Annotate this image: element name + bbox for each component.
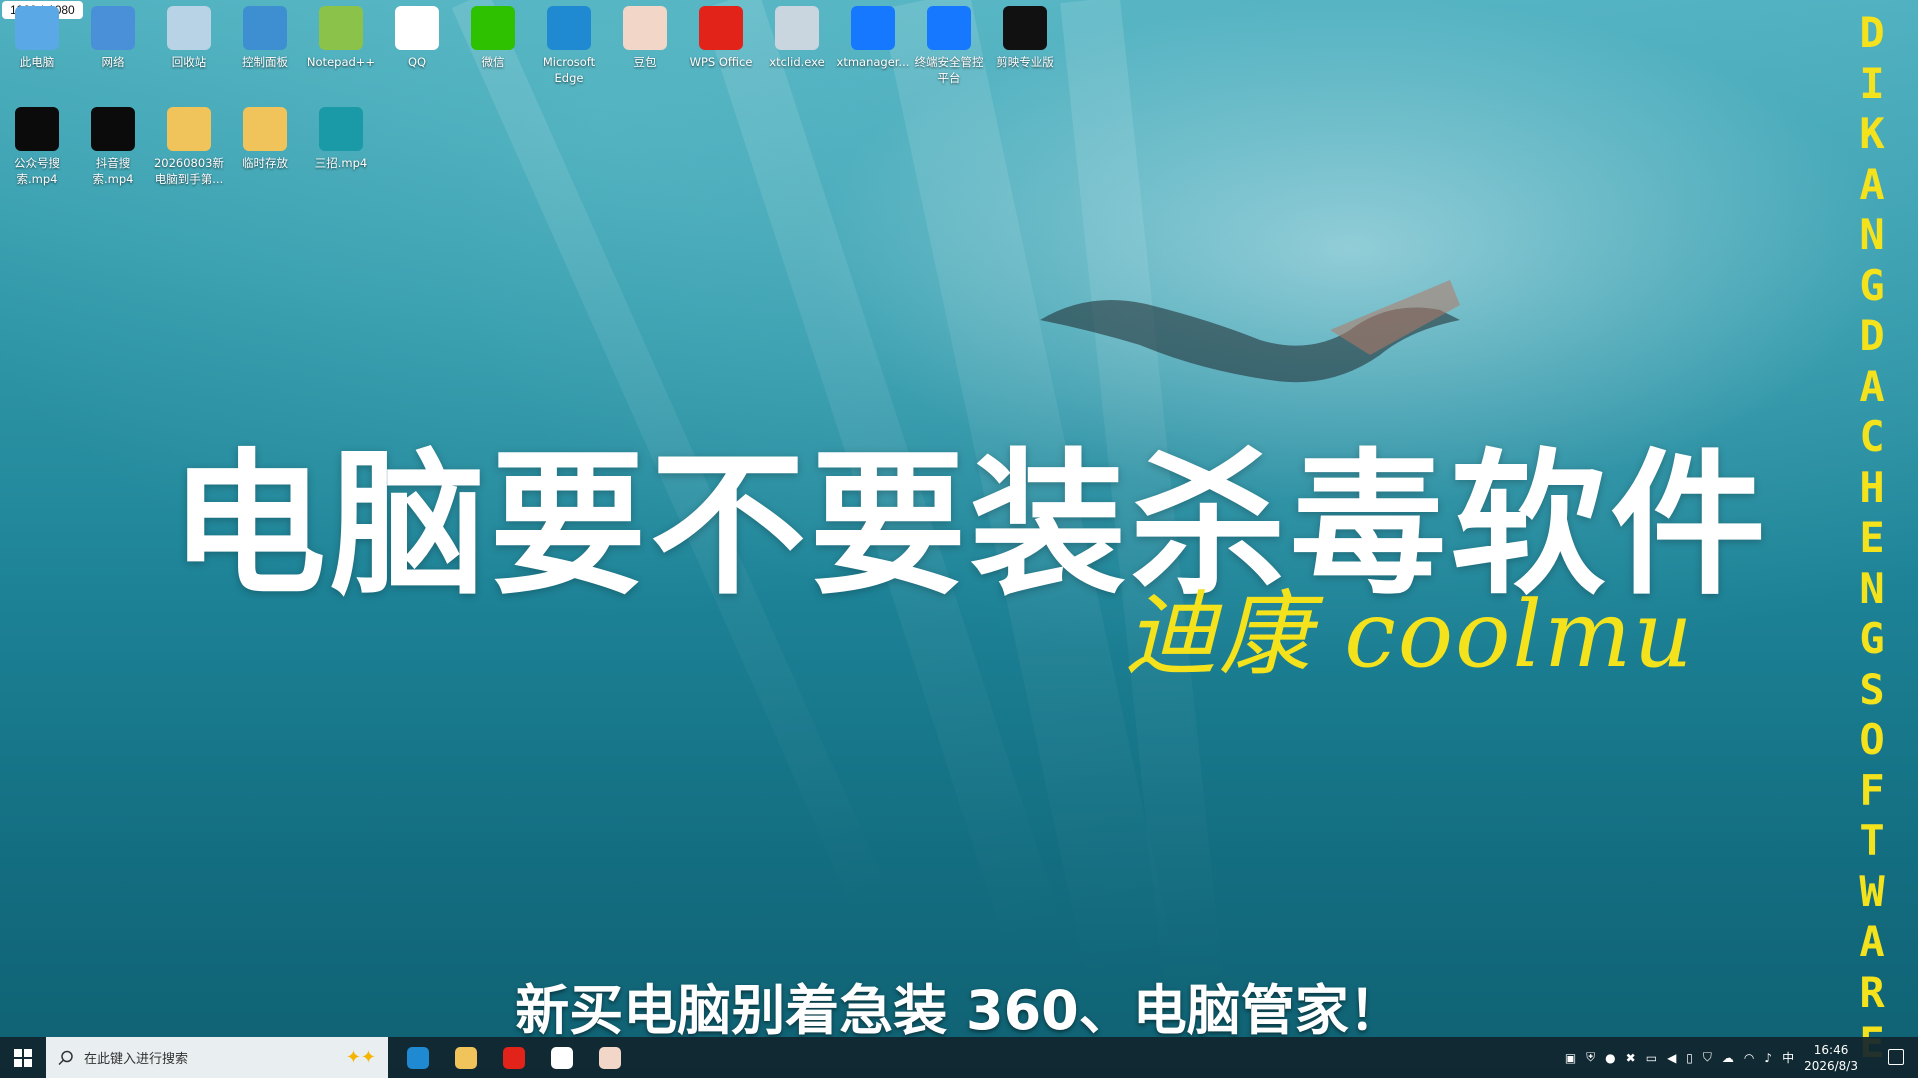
desktop-icon[interactable]: 终端安全管控平台 [912, 2, 986, 86]
taskbar-app-button[interactable] [394, 1037, 442, 1078]
desktop-icon[interactable]: 控制面板 [228, 2, 302, 70]
video-subtitle: 新买电脑别着急装 360、电脑管家！ [515, 979, 1403, 1042]
wifi-icon[interactable]: ◠ [1744, 1051, 1754, 1065]
terminal-security-shield-icon [927, 6, 971, 50]
folder-icon [243, 107, 287, 151]
computer-icon [15, 6, 59, 50]
recycle-bin-icon [167, 6, 211, 50]
desktop-icon-label: 终端安全管控平台 [914, 55, 984, 85]
windows-logo-icon [14, 1048, 32, 1067]
search-icon [58, 1050, 73, 1065]
video-file-icon [91, 107, 135, 151]
desktop-icon[interactable]: 临时存放 [228, 103, 302, 171]
tray-volume-muted-icon[interactable]: ◀ [1667, 1051, 1676, 1065]
speaker-icon[interactable]: ♪ [1764, 1051, 1772, 1065]
desktop-icon-label: xtmanager... [836, 55, 910, 69]
desktop-icon[interactable]: 此电脑 [0, 2, 74, 70]
handwritten-signature: 迪康 coolmu [1125, 581, 1695, 688]
desktop-icon[interactable]: xtmanager... [836, 2, 910, 70]
desktop-icon[interactable]: 剪映专业版 [988, 2, 1062, 70]
clock-time: 16:46 [1813, 1042, 1849, 1057]
desktop-icon-label: QQ [407, 55, 427, 69]
desktop-icon-label: 豆包 [633, 55, 657, 69]
input-method-indicator[interactable]: 中 [1782, 1049, 1794, 1066]
desktop-icon[interactable]: 20260803新电脑到手第... [152, 103, 226, 187]
desktop-icon[interactable]: 公众号搜索.mp4 [0, 103, 74, 187]
wps-icon [503, 1046, 525, 1069]
tray-capcut-icon[interactable]: ✖ [1626, 1051, 1636, 1065]
clock-date: 2026/8/3 [1804, 1058, 1858, 1073]
taskbar: 在此键入进行搜索 ✦✦ ▣ ⛨ ● ✖ ▭ ◀ ▯ ⛉ ☁ ◠ ♪ 中 16:4… [0, 1037, 1918, 1078]
capcut-icon [1003, 6, 1047, 50]
video-file-icon [15, 107, 59, 151]
tray-usb-icon[interactable]: ▯ [1686, 1051, 1693, 1065]
xtmanager-shield-icon [851, 6, 895, 50]
desktop-icon-label: 20260803新电脑到手第... [153, 156, 225, 186]
edge-icon [547, 6, 591, 50]
desktop-icon-label: Notepad++ [306, 55, 376, 69]
desktop-icon[interactable]: QQ [380, 2, 454, 70]
desktop-icon[interactable]: 豆包 [608, 2, 682, 70]
desktop-icon[interactable]: Notepad++ [304, 2, 378, 70]
desktop-icon-label: Microsoft Edge [542, 55, 596, 85]
desktop-icon[interactable]: 微信 [456, 2, 530, 70]
notepad-plus-plus-icon [319, 6, 363, 50]
system-tray: ▣ ⛨ ● ✖ ▭ ◀ ▯ ⛉ ☁ ◠ ♪ 中 16:46 2026/8/3 [1565, 1037, 1858, 1078]
desktop-icon-label: 控制面板 [242, 55, 288, 69]
desktop-icon[interactable]: Microsoft Edge [532, 2, 606, 86]
network-icon [91, 6, 135, 50]
taskbar-app-button[interactable] [538, 1037, 586, 1078]
search-placeholder: 在此键入进行搜索 [84, 1052, 189, 1067]
doubao-avatar-icon [599, 1046, 621, 1069]
desktop-icon[interactable]: 三招.mp4 [304, 103, 378, 171]
tray-cloud-icon[interactable]: ☁ [1722, 1051, 1734, 1065]
control-panel-icon [243, 6, 287, 50]
tray-qq-icon[interactable]: ● [1605, 1051, 1615, 1065]
desktop-icon[interactable]: 抖音搜索.mp4 [76, 103, 150, 187]
desktop-icon-label: 公众号搜索.mp4 [14, 156, 60, 186]
tray-app-icon[interactable]: ▣ [1565, 1051, 1576, 1065]
sparkle-icon: ✦✦ [345, 1047, 376, 1068]
tray-security-icon[interactable]: ⛉ [1703, 1050, 1712, 1065]
desktop-icon[interactable]: WPS Office [684, 2, 758, 70]
edge-icon [407, 1046, 429, 1069]
taskbar-app-button[interactable] [586, 1037, 634, 1078]
xtclid-icon [775, 6, 819, 50]
tray-monitor-icon[interactable]: ▭ [1646, 1051, 1657, 1065]
desktop-icon-label: 抖音搜索.mp4 [92, 156, 134, 186]
desktop-icon-label: 回收站 [171, 55, 207, 69]
desktop-icon[interactable]: 回收站 [152, 2, 226, 70]
desktop-icon-label: 三招.mp4 [314, 156, 368, 170]
wps-icon [699, 6, 743, 50]
folder-icon [167, 107, 211, 151]
taskbar-search-box[interactable]: 在此键入进行搜索 ✦✦ [46, 1037, 388, 1078]
desktop-icon[interactable]: xtclid.exe [760, 2, 834, 70]
desktop-icon-label: 此电脑 [19, 55, 55, 69]
desktop-icon[interactable]: 网络 [76, 2, 150, 70]
clock[interactable]: 16:46 2026/8/3 [1804, 1042, 1858, 1074]
wechat-icon [471, 6, 515, 50]
desktop-icon-label: 微信 [481, 55, 505, 69]
notification-center-icon[interactable] [1888, 1049, 1904, 1065]
video-file-icon [319, 107, 363, 151]
taskbar-app-button[interactable] [490, 1037, 538, 1078]
vertical-watermark-text: DIKANG DACHENG SOFTWARE [1859, 8, 1885, 1067]
qq-penguin-icon [551, 1046, 573, 1069]
taskbar-app-button[interactable] [442, 1037, 490, 1078]
start-button[interactable] [0, 1037, 46, 1078]
desktop-icon-label: 网络 [101, 55, 125, 69]
desktop-icon-label: xtclid.exe [769, 55, 825, 69]
taskbar-pinned-apps [394, 1037, 634, 1078]
desktop-icon-label: WPS Office [689, 55, 753, 69]
doubao-avatar-icon [623, 6, 667, 50]
tray-shield-icon[interactable]: ⛨ [1586, 1050, 1595, 1065]
file-explorer-icon [455, 1046, 477, 1069]
desktop-icon-label: 临时存放 [242, 156, 288, 170]
qq-penguin-icon [395, 6, 439, 50]
desktop-icon-label: 剪映专业版 [996, 55, 1054, 69]
